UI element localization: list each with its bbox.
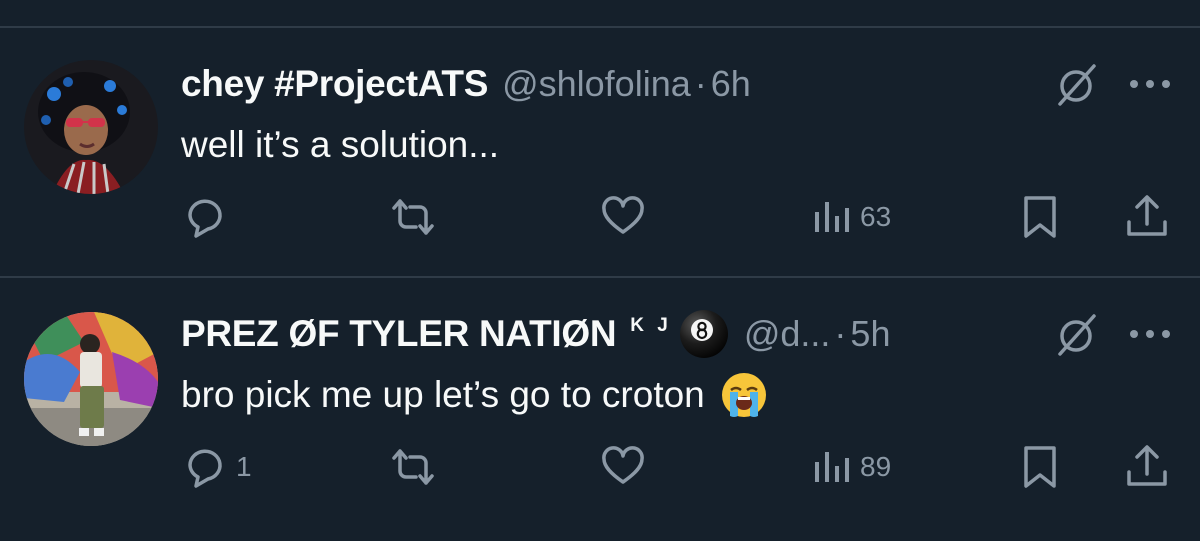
grok-icon[interactable] xyxy=(1052,310,1102,360)
display-name[interactable]: chey #ProjectATS xyxy=(181,63,488,105)
views-icon xyxy=(812,192,854,242)
views-button[interactable]: 89 xyxy=(812,442,891,492)
views-icon xyxy=(812,442,854,492)
bookmark-button[interactable] xyxy=(1018,442,1062,492)
timeline-feed: chey #ProjectATS @shlofolina · 6h well i… xyxy=(0,0,1200,541)
handle[interactable]: @shlofolina xyxy=(502,63,691,105)
share-icon xyxy=(1122,192,1172,242)
retweet-icon xyxy=(386,442,440,492)
8-ball-emoji xyxy=(678,308,730,360)
share-button[interactable] xyxy=(1122,442,1172,492)
reply-button[interactable]: 1 xyxy=(180,442,252,492)
more-icon[interactable] xyxy=(1128,328,1172,340)
share-button[interactable] xyxy=(1122,192,1172,242)
bookmark-icon xyxy=(1018,192,1062,242)
like-button[interactable] xyxy=(598,442,654,492)
more-icon[interactable] xyxy=(1128,78,1172,90)
grok-icon[interactable] xyxy=(1052,60,1102,110)
retweet-icon xyxy=(386,192,440,242)
loudly-crying-face-emoji xyxy=(719,370,769,420)
tweet-header: PREZ ØF TYLER NATIØN K J @d... · 5h xyxy=(181,310,890,358)
tweet-text-content: well it’s a solution... xyxy=(181,124,500,165)
divider xyxy=(0,276,1200,278)
display-name[interactable]: PREZ ØF TYLER NATIØN xyxy=(181,313,617,355)
tweet-header: chey #ProjectATS @shlofolina · 6h xyxy=(181,60,751,108)
retweet-button[interactable] xyxy=(386,192,446,242)
views-count: 63 xyxy=(860,201,892,232)
tweet-text: bro pick me up let’s go to croton xyxy=(181,368,769,422)
reply-count: 1 xyxy=(236,451,252,482)
tweet[interactable]: chey #ProjectATS @shlofolina · 6h well i… xyxy=(0,56,1200,276)
share-icon xyxy=(1122,442,1172,492)
separator-dot: · xyxy=(694,63,707,104)
tweet-text: well it’s a solution... xyxy=(181,118,499,172)
avatar[interactable] xyxy=(24,60,158,194)
bookmark-button[interactable] xyxy=(1018,192,1062,242)
like-icon xyxy=(598,442,648,492)
name-suffix: K J xyxy=(630,315,672,336)
handle[interactable]: @d... xyxy=(744,313,831,355)
reply-icon xyxy=(180,192,230,242)
reply-button[interactable] xyxy=(180,192,236,242)
separator-dot: · xyxy=(834,313,847,354)
retweet-button[interactable] xyxy=(386,442,446,492)
like-button[interactable] xyxy=(598,192,654,242)
bookmark-icon xyxy=(1018,442,1062,492)
views-button[interactable]: 63 xyxy=(812,192,891,242)
divider xyxy=(0,26,1200,28)
views-count: 89 xyxy=(860,451,892,482)
timestamp[interactable]: 5h xyxy=(850,313,890,355)
timestamp[interactable]: 6h xyxy=(711,63,751,105)
tweet[interactable]: PREZ ØF TYLER NATIØN K J @d... · 5h bro … xyxy=(0,306,1200,536)
avatar[interactable] xyxy=(24,312,158,446)
reply-icon xyxy=(180,442,230,492)
action-bar: 63 xyxy=(0,192,1200,242)
like-icon xyxy=(598,192,648,242)
tweet-text-content: bro pick me up let’s go to croton xyxy=(181,374,705,415)
action-bar: 1 89 xyxy=(0,442,1200,492)
